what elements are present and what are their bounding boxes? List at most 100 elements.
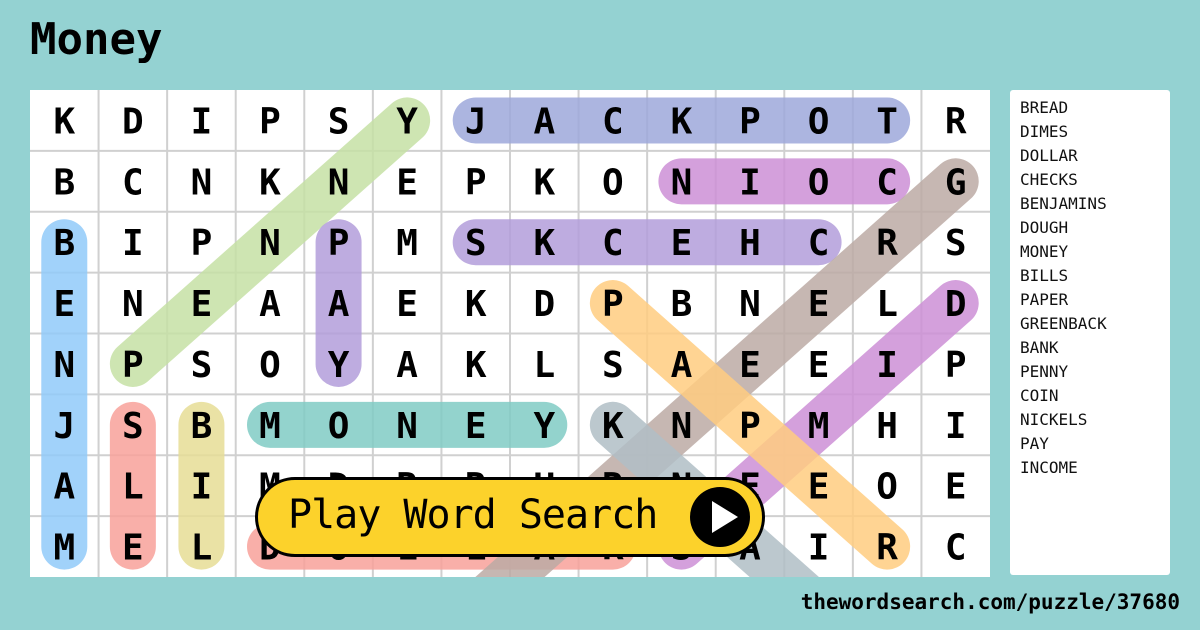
- grid-letter[interactable]: C: [602, 101, 624, 142]
- grid-letter[interactable]: E: [808, 345, 830, 386]
- grid-letter[interactable]: O: [259, 345, 281, 386]
- grid-letter[interactable]: E: [122, 528, 144, 569]
- grid-letter[interactable]: S: [122, 406, 144, 447]
- grid-letter[interactable]: L: [122, 467, 144, 508]
- grid-letter[interactable]: E: [808, 467, 830, 508]
- grid-letter[interactable]: M: [53, 528, 75, 569]
- grid-letter[interactable]: N: [671, 406, 693, 447]
- grid-letter[interactable]: Y: [533, 406, 555, 447]
- grid-letter[interactable]: D: [533, 284, 555, 325]
- grid-letter[interactable]: E: [808, 284, 830, 325]
- grid-letter[interactable]: N: [328, 162, 350, 203]
- grid-letter[interactable]: O: [808, 162, 830, 203]
- grid-letter[interactable]: A: [53, 467, 75, 508]
- grid-letter[interactable]: J: [53, 406, 75, 447]
- grid-letter[interactable]: N: [259, 223, 281, 264]
- grid-letter[interactable]: O: [602, 162, 624, 203]
- grid-letter[interactable]: B: [191, 406, 213, 447]
- grid-letter[interactable]: S: [465, 223, 487, 264]
- grid-letter[interactable]: N: [396, 406, 418, 447]
- grid-letter[interactable]: O: [328, 406, 350, 447]
- grid-letter[interactable]: D: [122, 101, 144, 142]
- grid-letter[interactable]: N: [122, 284, 144, 325]
- grid-letter[interactable]: B: [671, 284, 693, 325]
- grid-letter[interactable]: P: [465, 162, 487, 203]
- play-word-search-button[interactable]: Play Word Search: [255, 477, 765, 557]
- grid-letter[interactable]: O: [808, 101, 830, 142]
- grid-letter[interactable]: J: [465, 101, 487, 142]
- grid-letter[interactable]: C: [808, 223, 830, 264]
- grid-letter[interactable]: I: [191, 101, 213, 142]
- grid-letter[interactable]: I: [739, 162, 761, 203]
- grid-letter[interactable]: S: [191, 345, 213, 386]
- grid-letter[interactable]: M: [259, 406, 281, 447]
- grid-letter[interactable]: S: [328, 101, 350, 142]
- grid-letter[interactable]: A: [259, 284, 281, 325]
- grid-letter[interactable]: P: [122, 345, 144, 386]
- grid-letter[interactable]: H: [876, 406, 898, 447]
- grid-letter[interactable]: I: [945, 406, 967, 447]
- grid-letter[interactable]: N: [191, 162, 213, 203]
- grid-letter[interactable]: I: [876, 345, 898, 386]
- grid-letter[interactable]: T: [876, 101, 898, 142]
- grid-letter[interactable]: O: [876, 467, 898, 508]
- grid-letter[interactable]: P: [328, 223, 350, 264]
- grid-letter[interactable]: S: [945, 223, 967, 264]
- grid-letter[interactable]: K: [259, 162, 281, 203]
- grid-letter[interactable]: P: [739, 101, 761, 142]
- grid-letter[interactable]: E: [465, 406, 487, 447]
- grid-letter[interactable]: E: [396, 162, 418, 203]
- grid-letter[interactable]: E: [53, 284, 75, 325]
- grid-letter[interactable]: P: [259, 101, 281, 142]
- grid-letter[interactable]: E: [945, 467, 967, 508]
- grid-letter[interactable]: C: [945, 528, 967, 569]
- grid-letter[interactable]: R: [876, 528, 898, 569]
- grid-letter[interactable]: K: [671, 101, 693, 142]
- grid-letter[interactable]: C: [602, 223, 624, 264]
- grid-letter[interactable]: I: [122, 223, 144, 264]
- grid-letter[interactable]: K: [533, 162, 555, 203]
- grid-letter[interactable]: K: [602, 406, 624, 447]
- grid-letter[interactable]: A: [328, 284, 350, 325]
- grid-letter[interactable]: I: [191, 467, 213, 508]
- grid-letter[interactable]: S: [602, 345, 624, 386]
- grid-letter[interactable]: G: [945, 162, 967, 203]
- grid-letter[interactable]: E: [739, 345, 761, 386]
- grid-letter[interactable]: K: [465, 345, 487, 386]
- grid-letter[interactable]: P: [945, 345, 967, 386]
- grid-letter[interactable]: P: [739, 406, 761, 447]
- grid-letter[interactable]: R: [876, 223, 898, 264]
- grid-letter[interactable]: P: [191, 223, 213, 264]
- grid-letter[interactable]: L: [191, 528, 213, 569]
- grid-letter[interactable]: Y: [396, 101, 418, 142]
- grid-letter[interactable]: P: [602, 284, 624, 325]
- grid-letter[interactable]: Y: [328, 345, 350, 386]
- grid-letter[interactable]: K: [465, 284, 487, 325]
- grid-letter[interactable]: C: [876, 162, 898, 203]
- grid-letter[interactable]: L: [533, 345, 555, 386]
- grid-letter[interactable]: N: [671, 162, 693, 203]
- grid-letter[interactable]: E: [191, 284, 213, 325]
- grid-letter[interactable]: E: [396, 284, 418, 325]
- grid-letter[interactable]: D: [945, 284, 967, 325]
- word-list-item: BREAD: [1020, 98, 1069, 117]
- grid-letter[interactable]: I: [808, 528, 830, 569]
- word-list-item: BILLS: [1020, 266, 1069, 285]
- grid-letter[interactable]: R: [945, 101, 967, 142]
- grid-letter[interactable]: B: [53, 223, 75, 264]
- grid-letter[interactable]: K: [533, 223, 555, 264]
- grid-letter[interactable]: E: [671, 223, 693, 264]
- grid-letter[interactable]: L: [876, 284, 898, 325]
- grid-letter[interactable]: H: [739, 223, 761, 264]
- grid-letter[interactable]: K: [53, 101, 75, 142]
- puzzle-url[interactable]: thewordsearch.com/puzzle/37680: [801, 590, 1180, 614]
- grid-letter[interactable]: C: [122, 162, 144, 203]
- grid-letter[interactable]: M: [808, 406, 830, 447]
- grid-letter[interactable]: M: [396, 223, 418, 264]
- grid-letter[interactable]: B: [53, 162, 75, 203]
- grid-letter[interactable]: A: [396, 345, 418, 386]
- grid-letter[interactable]: A: [671, 345, 693, 386]
- grid-letter[interactable]: N: [53, 345, 75, 386]
- grid-letter[interactable]: A: [533, 101, 555, 142]
- grid-letter[interactable]: N: [739, 284, 761, 325]
